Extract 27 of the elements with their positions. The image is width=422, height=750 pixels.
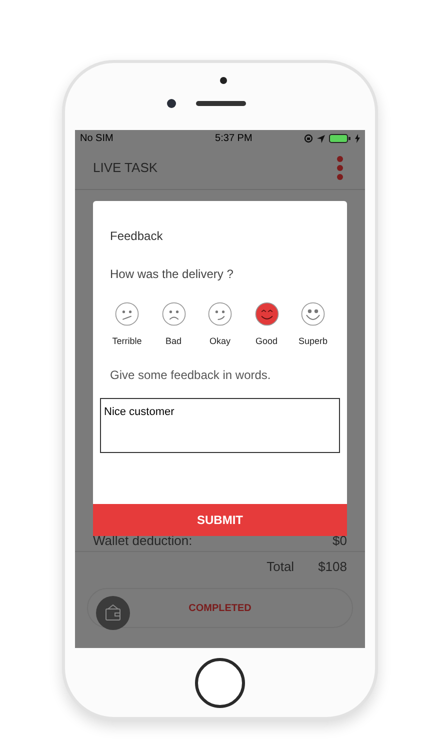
dialog-title: Feedback (110, 228, 164, 245)
speaker-icon (196, 101, 246, 106)
charging-bolt-icon (355, 134, 360, 143)
wallet-icon (96, 596, 130, 630)
status-button[interactable]: COMPLETED (87, 588, 353, 628)
rating-label: Terrible (112, 335, 142, 348)
page-title: LIVE TASK (93, 159, 158, 178)
location-arrow-icon (317, 134, 325, 142)
rating-label: Bad (165, 335, 182, 348)
prompt-text: Give some feedback in words. (110, 366, 272, 384)
lens-icon (167, 99, 176, 108)
submit-button[interactable]: SUBMIT (93, 504, 347, 536)
rating-label: Okay (209, 335, 230, 348)
rotation-lock-icon (304, 134, 313, 143)
face-icon[interactable] (254, 302, 278, 326)
rating-label: Superb (298, 335, 328, 348)
carrier-label: No SIM (80, 132, 114, 146)
more-menu-icon[interactable] (337, 156, 343, 180)
feedback-field[interactable]: Nice customer (100, 398, 340, 452)
camera-icon (220, 77, 227, 84)
total-value: $108 (318, 558, 347, 576)
battery-icon (329, 134, 351, 143)
rating-label: Good (255, 335, 278, 348)
home-button[interactable] (195, 658, 245, 708)
question-text: How was the delivery ? (110, 266, 234, 283)
total-label: Total (266, 558, 294, 576)
clock-label: 5:37 PM (215, 132, 252, 146)
